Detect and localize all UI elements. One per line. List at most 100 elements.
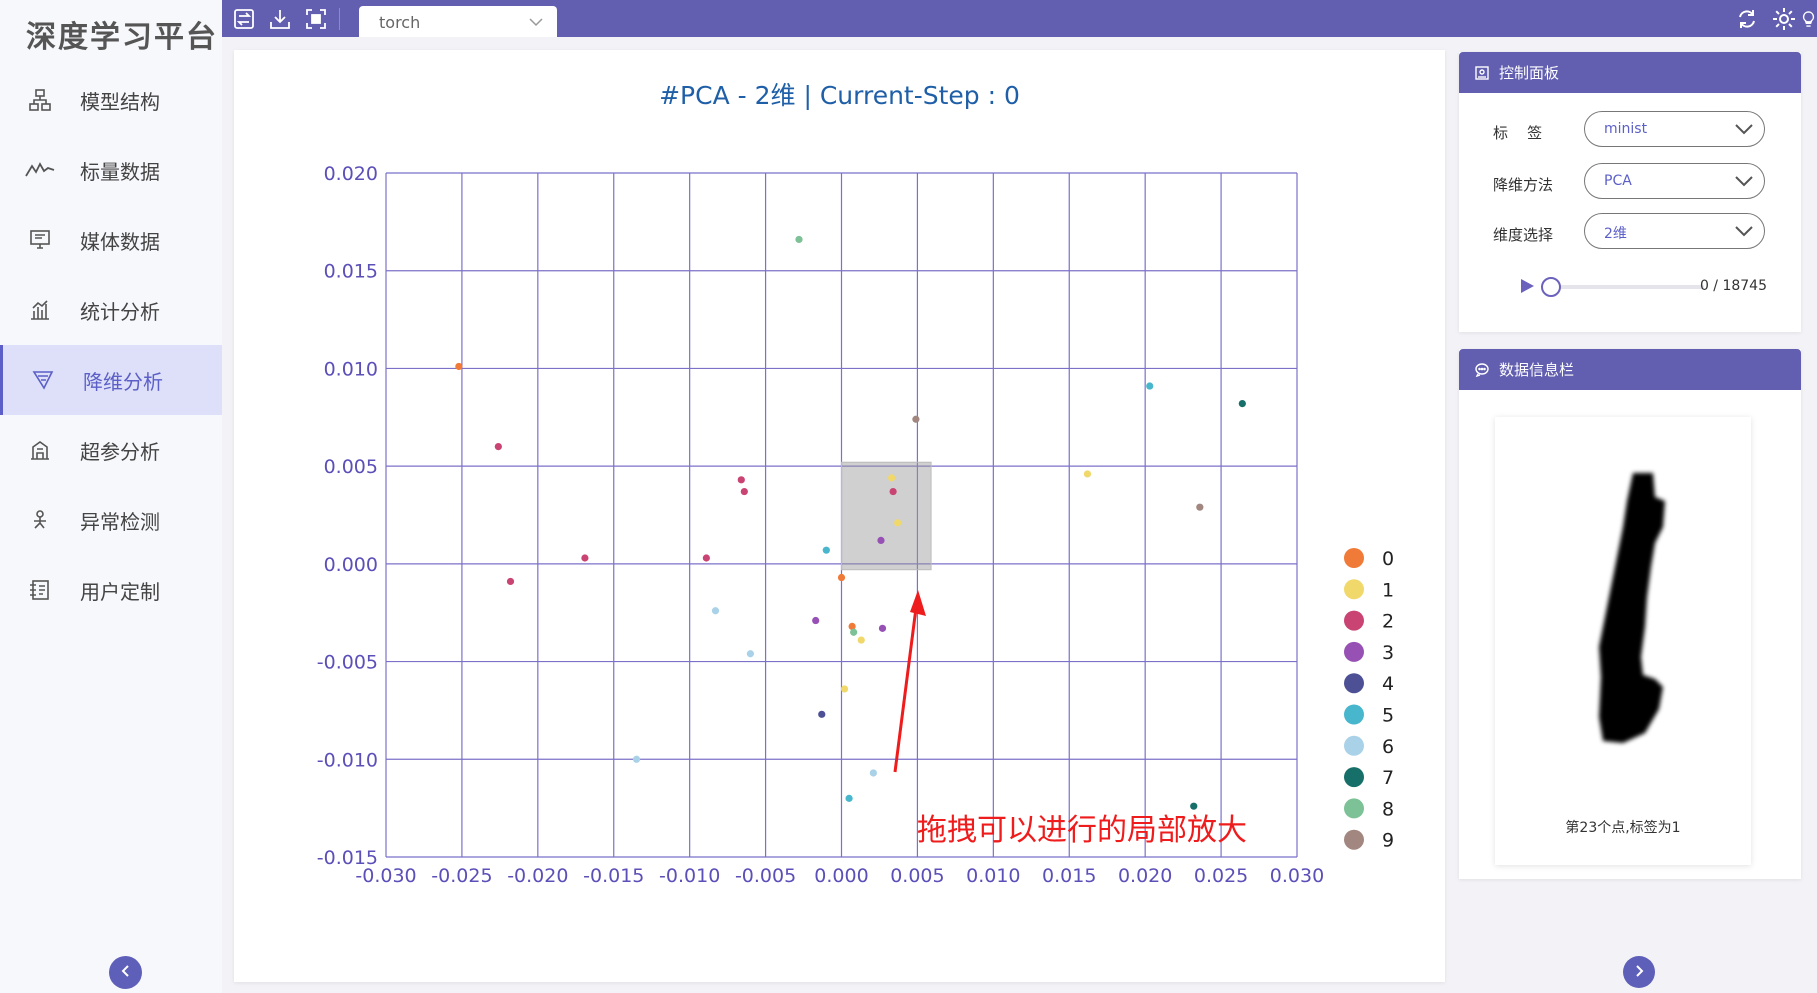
x-tick-label: -0.025 (431, 865, 492, 887)
scatter-point[interactable] (877, 536, 885, 545)
scatter-point[interactable] (845, 794, 853, 802)
custom-icon (22, 572, 58, 608)
legend-marker (1344, 735, 1364, 756)
sidebar-item-label: 用户定制 (80, 579, 160, 604)
download-icon[interactable] (267, 6, 293, 32)
scatter-point[interactable] (632, 755, 641, 763)
step-slider-track[interactable] (1554, 285, 1704, 289)
scatter-point[interactable] (795, 235, 803, 244)
legend-label: 8 (1382, 798, 1394, 820)
scatter-point[interactable] (878, 624, 887, 632)
scatter-point[interactable] (912, 415, 920, 423)
scatter-point[interactable] (837, 573, 846, 582)
scatter-point[interactable] (506, 577, 515, 586)
label-select-value: minist (1604, 121, 1648, 137)
scatter-point[interactable] (494, 443, 502, 451)
scatter-point[interactable] (702, 554, 710, 562)
scatter-point[interactable] (1146, 382, 1154, 390)
app-title: 深度学习平台 (26, 20, 218, 55)
zoom-selection-box (841, 461, 932, 571)
scatter-point[interactable] (818, 710, 826, 718)
panel-doc-icon (1475, 65, 1489, 80)
legend-label: 7 (1382, 767, 1394, 789)
scatter-point[interactable] (1196, 503, 1204, 511)
legend-marker (1344, 704, 1364, 725)
method-field-row: 降维方法 PCA (1459, 163, 1801, 203)
sidebar-item-dimension-reduction[interactable]: 降维分析 (0, 345, 222, 415)
model-select-value: torch (379, 13, 421, 32)
legend-marker (1344, 548, 1364, 568)
sidebar-item-model-structure[interactable]: 模型结构 (0, 65, 222, 135)
chevron-right-icon (1632, 963, 1646, 982)
control-panel-title: 控制面板 (1499, 64, 1560, 82)
label-field-row: 标 签 minist (1459, 111, 1801, 151)
scatter-point[interactable] (1083, 470, 1092, 478)
scatter-point[interactable] (1238, 400, 1246, 408)
sidebar-collapse-button[interactable] (109, 956, 142, 989)
model-select[interactable]: torch (359, 6, 557, 37)
chat-bubble-icon (1475, 362, 1489, 377)
method-select-value: PCA (1604, 173, 1632, 189)
lightbulb-icon[interactable] (1800, 6, 1817, 32)
right-panel-toggle-button[interactable] (1623, 956, 1655, 988)
scatter-point[interactable] (581, 554, 589, 562)
fullscreen-icon[interactable] (303, 6, 329, 32)
control-panel-header: 控制面板 (1459, 52, 1801, 93)
scatter-point[interactable] (869, 769, 877, 777)
sidebar-item-anomaly[interactable]: 异常检测 (0, 485, 222, 555)
data-info-panel-header: 数据信息栏 (1459, 349, 1801, 390)
top-toolbar: torch (222, 0, 1817, 37)
chevron-down-icon (1734, 222, 1754, 244)
sidebar-item-statistics[interactable]: 统计分析 (0, 275, 222, 345)
scatter-point[interactable] (894, 519, 902, 527)
x-tick-label: -0.020 (507, 865, 568, 887)
scatter-point[interactable] (812, 616, 820, 625)
step-slider-handle[interactable] (1541, 277, 1561, 297)
anomaly-icon (22, 502, 58, 538)
sidebar-item-label: 降维分析 (83, 369, 163, 394)
x-tick-label: 0.020 (1118, 865, 1172, 887)
y-tick-label: -0.005 (317, 652, 378, 674)
media-monitor-icon (22, 222, 58, 258)
sidebar-item-hyperparam[interactable]: 超参分析 (0, 415, 222, 485)
scatter-point[interactable] (850, 628, 858, 636)
dim-select[interactable]: 2维 (1584, 213, 1765, 249)
scatter-point[interactable] (840, 685, 849, 693)
dim-field-label: 维度选择 (1493, 226, 1554, 244)
y-tick-label: 0.020 (324, 163, 378, 185)
step-slider-value: 0 / 18745 (1699, 278, 1767, 294)
annotation-arrow-head (910, 590, 926, 616)
refresh-icon[interactable] (1734, 6, 1760, 32)
scatter-point[interactable] (822, 546, 830, 554)
scatter-point[interactable] (740, 487, 748, 496)
scatter-point[interactable] (737, 476, 745, 484)
scatter-point[interactable] (746, 650, 755, 658)
label-select[interactable]: minist (1584, 111, 1765, 147)
play-icon[interactable] (1519, 278, 1535, 298)
x-tick-label: 0.005 (890, 865, 944, 887)
switch-view-icon[interactable] (231, 6, 257, 32)
dim-field-row: 维度选择 2维 (1459, 213, 1801, 253)
y-tick-label: -0.010 (317, 749, 378, 771)
control-panel: 控制面板 标 签 minist 降维方法 PCA 维度选择 2维 0 / 187… (1459, 52, 1801, 332)
sidebar-item-label: 超参分析 (80, 439, 160, 464)
y-tick-label: 0.015 (324, 261, 378, 283)
sidebar-item-scalar-data[interactable]: 标量数据 (0, 135, 222, 205)
x-tick-label: -0.005 (735, 865, 796, 887)
scatter-point[interactable] (711, 607, 720, 615)
sidebar-item-media-data[interactable]: 媒体数据 (0, 205, 222, 275)
sidebar-item-custom[interactable]: 用户定制 (0, 555, 222, 625)
scatter-point[interactable] (857, 636, 865, 644)
sidebar: 深度学习平台 模型结构 标量数据 媒体数据 统计分析 降维分析 超参分析 异常检… (0, 0, 222, 993)
chart-panel: #PCA - 2维 | Current-Step : 0 -0.030 -0.02… (234, 50, 1445, 982)
legend-marker (1344, 579, 1364, 600)
scatter-point[interactable] (888, 474, 896, 482)
sample-digit-image (1599, 473, 1665, 743)
scatter-point[interactable] (889, 487, 897, 496)
sidebar-item-label: 媒体数据 (80, 229, 160, 254)
gear-icon[interactable] (1771, 6, 1797, 32)
method-select[interactable]: PCA (1584, 163, 1765, 199)
legend-label: 1 (1382, 579, 1394, 601)
scatter-chart[interactable]: -0.030 -0.025 -0.020 -0.015 -0.010 -0.005 0.00… (234, 50, 1445, 982)
scatter-point[interactable] (455, 362, 463, 371)
